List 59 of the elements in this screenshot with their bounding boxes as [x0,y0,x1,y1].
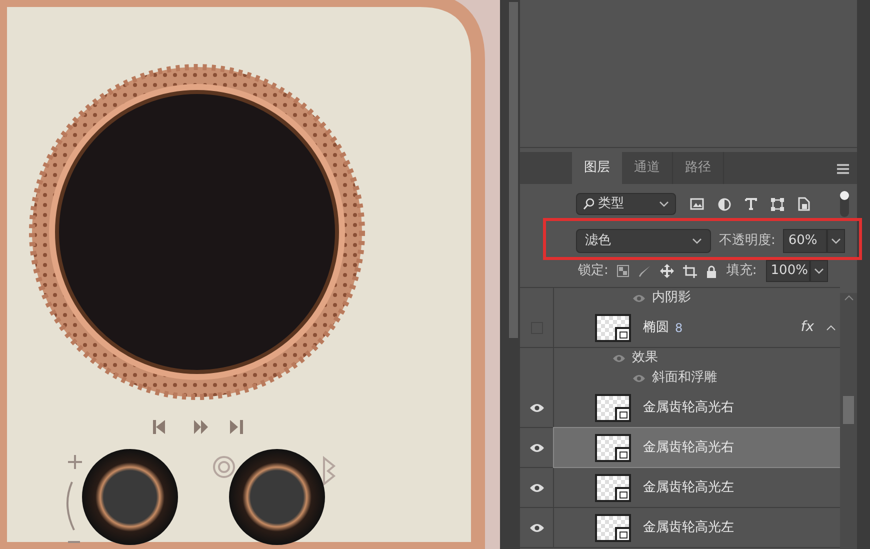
shape-filter-icon[interactable] [771,198,784,210]
blend-mode-dropdown[interactable]: 滤色 [576,229,711,253]
chevron-icon [814,268,824,274]
lock-label: 锁定: [578,262,608,280]
layer-thumbnail [595,474,631,502]
panel-menu-icon[interactable] [837,164,849,174]
opacity-label: 不透明度: [719,232,776,250]
layer-row[interactable]: 金属齿轮高光右 [554,428,840,467]
layer-thumbnail [595,514,631,542]
lock-transparent-icon[interactable] [617,265,630,277]
chevron-icon [692,238,702,244]
power-icon [213,456,235,478]
adjustment-filter-icon[interactable] [718,198,731,210]
eye-icon[interactable] [528,482,544,492]
image-filter-icon[interactable] [690,198,704,210]
lock-icon[interactable] [706,264,718,278]
bluetooth-icon [323,456,336,486]
scrollbar-thumb[interactable] [509,2,518,338]
search-icon [583,198,594,210]
eye-icon[interactable] [528,442,544,452]
fx-label: fx [800,318,814,337]
effect-name: 斜面和浮雕 [652,369,717,388]
scrollbar-thumb[interactable] [843,396,854,424]
fill-label: 填充: [726,262,757,280]
effect-name: 内阴影 [652,289,691,308]
layer-thumbnail [595,314,631,342]
filter-dropdown[interactable]: 类型 [576,193,676,215]
fill-field[interactable]: 100% [766,260,810,282]
chevron-icon [831,238,842,244]
filter-value: 类型 [598,195,624,214]
layer-name: 椭圆 [643,318,669,337]
fill-dropdown-button[interactable] [810,260,828,282]
previous-icon [153,420,165,434]
eye-icon[interactable] [528,402,544,412]
layer-number: 8 [675,320,683,336]
type-filter-icon[interactable] [745,198,757,210]
smart-object-filter-icon[interactable] [798,197,810,211]
layer-name: 金属齿轮高光右 [643,438,734,457]
panel-tab[interactable]: 图层 [572,152,622,184]
layer-thumbnail [595,394,631,422]
layer-name: 金属齿轮高光左 [643,518,734,537]
crop-icon[interactable] [683,264,698,278]
collapse-caret-icon[interactable] [826,324,836,330]
blend-mode-value: 滤色 [585,232,611,250]
brush-icon[interactable] [638,264,652,278]
filter-toggle[interactable] [840,191,849,217]
play-icon [194,420,208,434]
layer-name: 金属齿轮高光左 [643,478,734,497]
chevron-icon [659,201,669,207]
opacity-dropdown-button[interactable] [827,229,846,253]
opacity-field[interactable]: 60% [783,229,828,253]
layer-name: 金属齿轮高光右 [643,398,734,417]
eye-icon[interactable] [528,522,544,532]
effects-label: 效果 [632,349,658,368]
volume-icon [66,454,83,543]
layer-thumbnail [595,434,631,462]
next-icon [230,420,243,434]
scroll-up-icon[interactable] [844,295,854,301]
move-icon[interactable] [660,264,674,278]
